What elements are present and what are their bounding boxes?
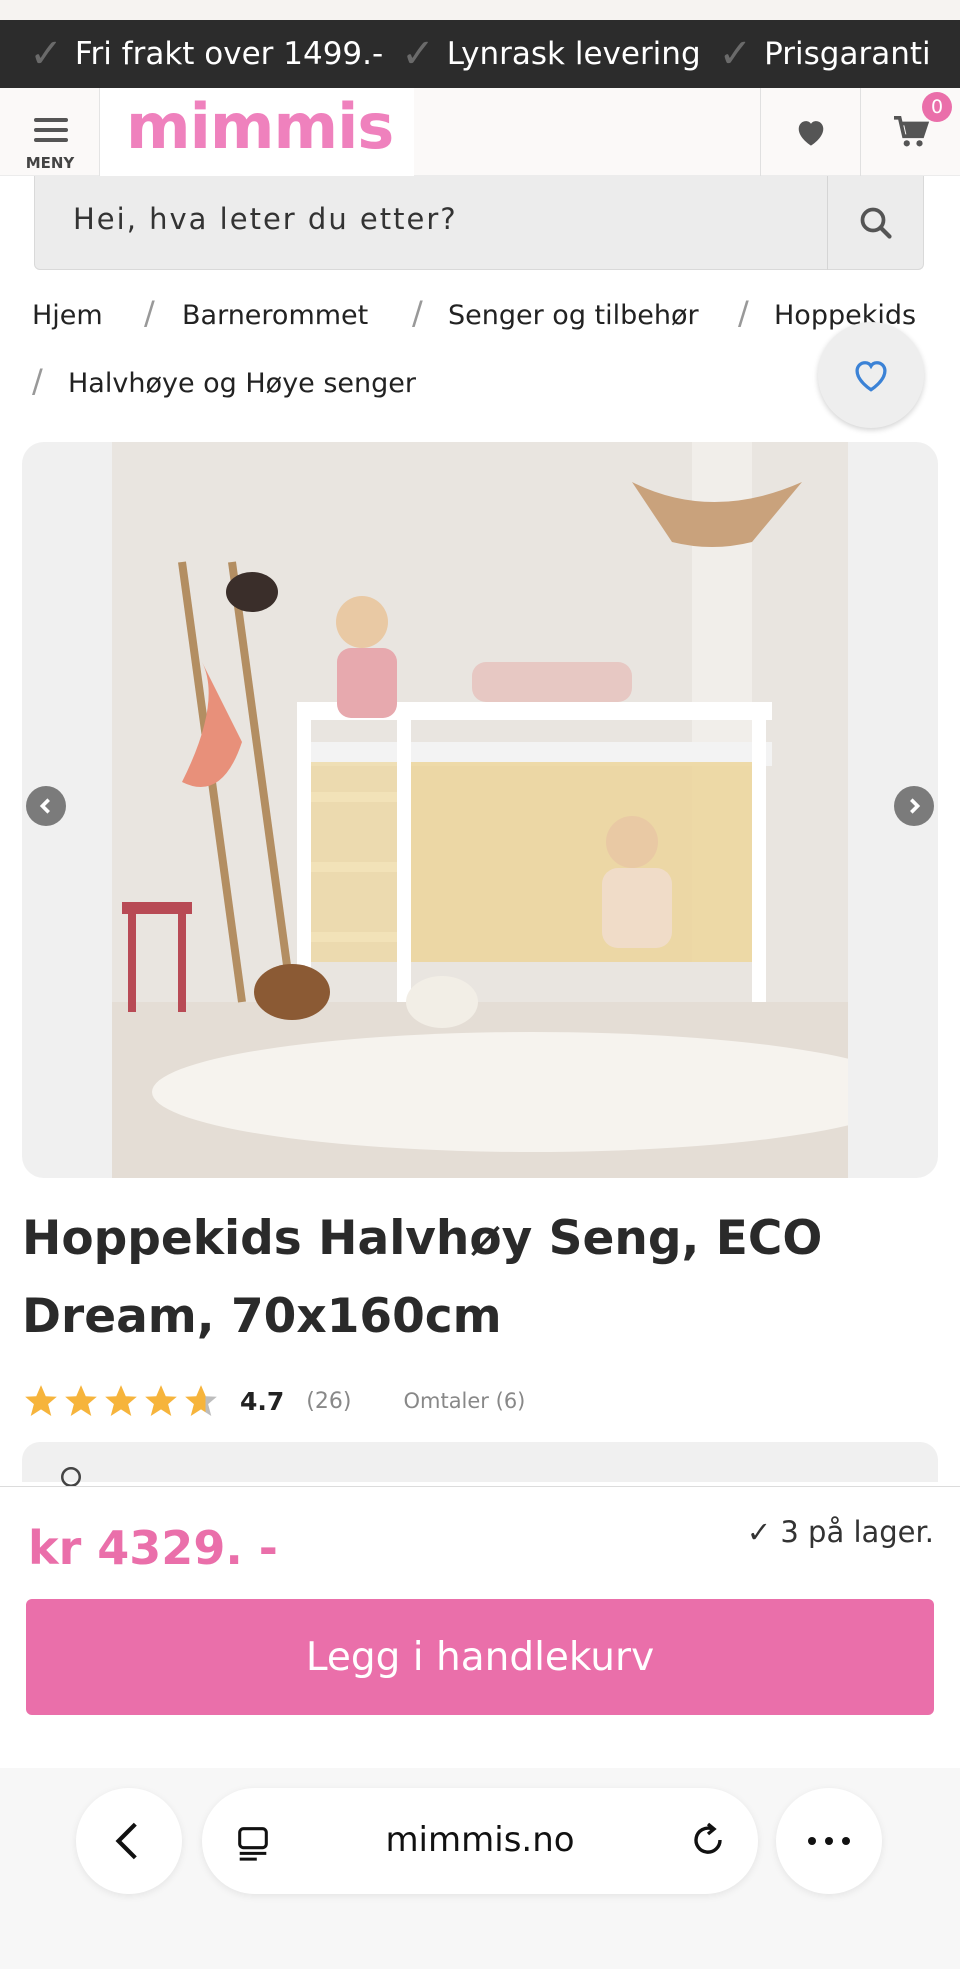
promo-text: Prisgaranti [764, 36, 931, 72]
gallery-next-button[interactable] [894, 786, 934, 826]
chevron-right-icon [910, 798, 921, 814]
favorite-button[interactable] [818, 322, 924, 428]
promo-text: Fri frakt over 1499.- [74, 36, 384, 72]
add-to-cart-button[interactable]: Legg i handlekurv [26, 1599, 934, 1715]
status-strip [0, 0, 960, 20]
search-bar[interactable]: Hei, hva leter du etter? [34, 176, 924, 270]
check-icon: ✓ [401, 31, 435, 77]
breadcrumb-separator: / [144, 294, 155, 332]
reload-icon[interactable] [688, 1820, 728, 1860]
more-icon [808, 1837, 850, 1845]
wishlist-button[interactable] [760, 88, 860, 176]
star-icon [145, 1385, 177, 1417]
promo-text: Lynrask levering [446, 36, 701, 72]
site-header: MENY mimmis 0 [0, 88, 960, 176]
chevron-left-icon [39, 798, 50, 814]
menu-button[interactable]: MENY [0, 88, 100, 176]
rating-value: 4.7 [240, 1386, 285, 1416]
site-logo[interactable]: mimmis [100, 88, 414, 176]
breadcrumb-item-barnerommet[interactable]: Barnerommet [182, 300, 368, 331]
product-photo [112, 442, 848, 1178]
breadcrumb-separator: / [32, 362, 43, 400]
check-icon: ✓ [29, 31, 63, 77]
address-bar[interactable]: mimmis.no [202, 1788, 758, 1894]
cart-button[interactable]: 0 [860, 88, 960, 176]
breadcrumb-separator: / [738, 294, 749, 332]
rating-stars [22, 1382, 220, 1420]
breadcrumb-item-home[interactable]: Hjem [32, 300, 103, 331]
reviews-link[interactable]: Omtaler (6) [403, 1389, 525, 1413]
menu-label: MENY [25, 154, 75, 172]
logo-text: mimmis [126, 90, 394, 163]
browser-back-button[interactable] [76, 1788, 182, 1894]
gallery-prev-button[interactable] [26, 786, 66, 826]
browser-toolbar: mimmis.no [0, 1768, 960, 1969]
browser-more-button[interactable] [776, 1788, 882, 1894]
promo-bar: ✓ Fri frakt over 1499.- ✓ Lynrask levering… [0, 20, 960, 88]
product-rating: 4.7 (26) Omtaler (6) [22, 1378, 525, 1424]
cart-count-badge: 0 [922, 92, 952, 122]
breadcrumb-separator: / [412, 294, 423, 332]
breadcrumb-item-senger[interactable]: Senger og tilbehør [448, 300, 699, 331]
breadcrumb-item-hoppekids[interactable]: Hoppekids [774, 300, 916, 331]
info-card [22, 1442, 938, 1487]
stock-status: ✓ 3 på lager. [746, 1515, 934, 1549]
promo-item-shipping: ✓ Fri frakt over 1499.- [29, 31, 383, 77]
chevron-left-icon [115, 1822, 137, 1860]
star-half-icon [185, 1385, 217, 1417]
cart-icon [893, 115, 929, 147]
heart-outline-icon [855, 361, 887, 392]
search-input[interactable]: Hei, hva leter du etter? [73, 202, 458, 236]
hamburger-icon [34, 118, 68, 148]
check-icon: ✓ [718, 31, 753, 77]
promo-item-price: ✓ Prisgaranti [719, 31, 931, 77]
product-gallery [22, 442, 938, 1178]
search-button[interactable] [827, 176, 923, 270]
rating-count: (26) [306, 1388, 352, 1414]
heart-icon [798, 121, 823, 146]
star-icon [25, 1385, 57, 1417]
star-icon [105, 1385, 137, 1417]
url-text[interactable]: mimmis.no [202, 1820, 758, 1860]
product-title: Hoppekids Halvhøy Seng, ECO Dream, 70x16… [22, 1211, 823, 1344]
breadcrumb-item-halvhoye[interactable]: Halvhøye og Høye senger [68, 368, 416, 399]
promo-item-delivery: ✓ Lynrask levering [401, 31, 700, 77]
search-icon [860, 207, 892, 239]
product-price: kr 4329. - [28, 1521, 278, 1575]
star-icon [65, 1385, 97, 1417]
